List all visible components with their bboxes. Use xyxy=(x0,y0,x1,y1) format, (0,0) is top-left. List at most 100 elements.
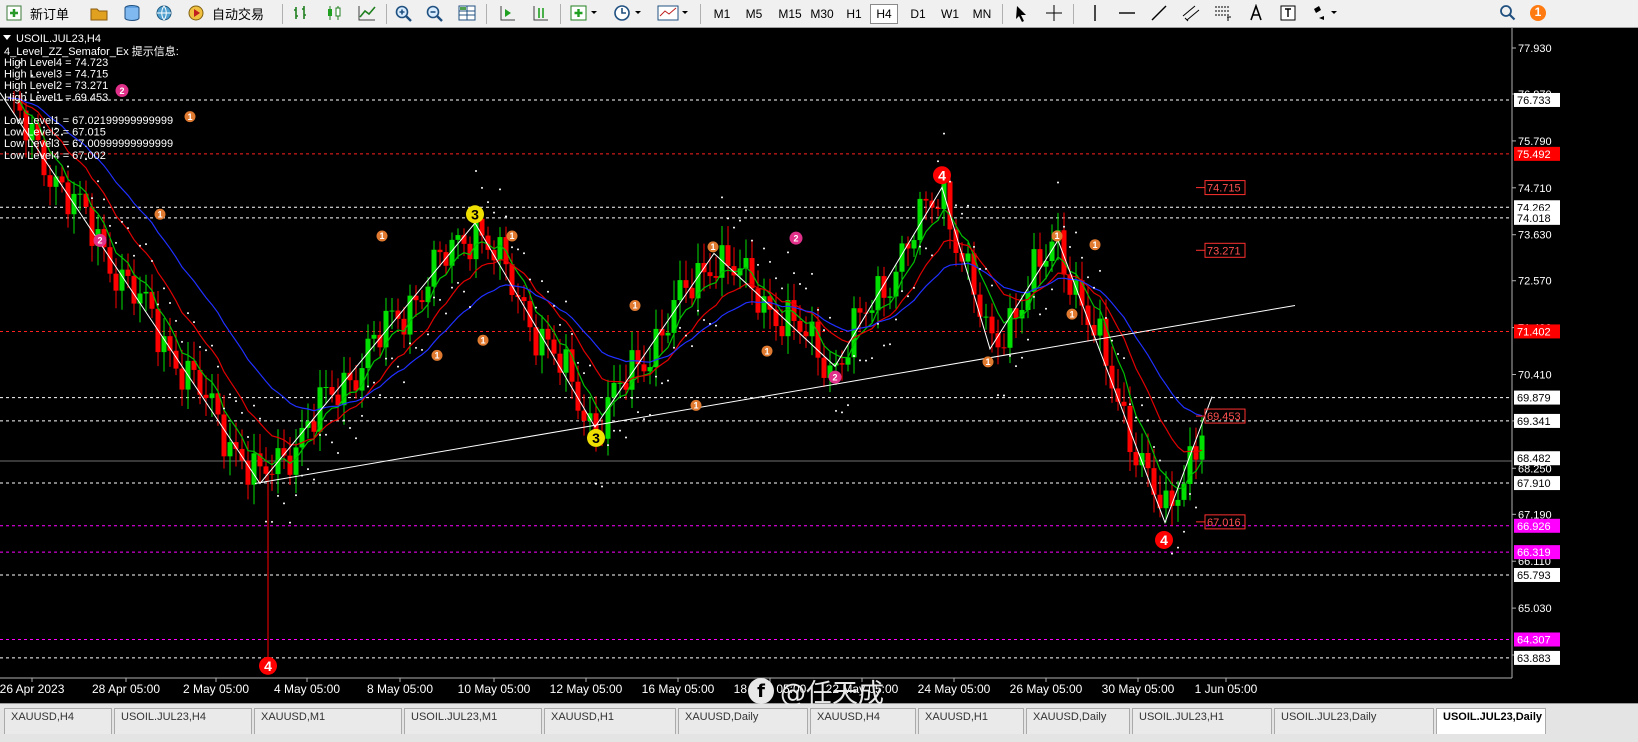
price-chart[interactable]: 2 2 1 1 4 1 1 3 1 1 3 1 1 1 1 2 2 4 1 1 1 1 4 74.715 73.271 69.4… xyxy=(0,28,1638,703)
zoom-out-button[interactable] xyxy=(424,3,446,23)
sar-dot xyxy=(151,260,153,263)
timeframe-w1-button[interactable]: W1 xyxy=(936,4,964,24)
crosshair-tool-button[interactable] xyxy=(1043,3,1065,23)
zoom-in-button[interactable] xyxy=(393,3,415,23)
auto-trading-button[interactable]: 自动交易 xyxy=(186,2,264,24)
price-label: 65.793 xyxy=(1517,570,1551,582)
zoom-out-icon xyxy=(426,5,443,22)
label-tool-button[interactable] xyxy=(1277,3,1299,23)
chart-tab[interactable]: XAUUSD,H1 xyxy=(918,708,1024,734)
sar-dot xyxy=(1141,404,1143,407)
channel-tool-button[interactable] xyxy=(1180,3,1202,23)
sar-dot xyxy=(199,345,201,348)
sar-dot xyxy=(499,188,501,191)
sar-dot xyxy=(367,385,369,388)
timeframe-mn-button[interactable]: MN xyxy=(968,4,996,24)
sar-dot xyxy=(1135,416,1137,419)
timeframe-d1-button[interactable]: D1 xyxy=(904,4,932,24)
timeframe-m30-button[interactable]: M30 xyxy=(806,4,838,24)
sar-dot xyxy=(1147,419,1149,422)
candle-body xyxy=(803,331,809,337)
chart-tab[interactable]: USOIL.JUL23,M1 xyxy=(404,708,542,734)
chart-tab[interactable]: USOIL.JUL23,H1 xyxy=(1132,708,1272,734)
sar-dot xyxy=(91,197,93,200)
templates-button[interactable] xyxy=(656,3,692,23)
arrows-tool-button[interactable] xyxy=(1310,3,1342,23)
price-label: 66.926 xyxy=(1517,521,1551,533)
candle-body xyxy=(935,207,941,209)
toolbar-separator xyxy=(386,4,387,24)
chart-tab[interactable]: XAUUSD,H1 xyxy=(544,708,676,734)
cursor-tool-button[interactable] xyxy=(1010,3,1032,23)
sar-dot xyxy=(985,267,987,270)
candlestick-button[interactable] xyxy=(323,3,345,23)
sar-dot xyxy=(817,308,819,311)
sar-dot xyxy=(1057,181,1059,184)
text-tool-button[interactable] xyxy=(1245,3,1267,23)
chart-tab[interactable]: XAUUSD,Daily xyxy=(678,708,808,734)
sar-dot xyxy=(829,316,831,319)
vertical-line-tool-button[interactable] xyxy=(1084,3,1106,23)
sar-dot xyxy=(133,254,135,257)
candle-body xyxy=(983,316,989,318)
candle-body xyxy=(533,327,539,356)
fibonacci-tool-button[interactable] xyxy=(1212,3,1234,23)
notifications-button[interactable]: 1 xyxy=(1527,3,1549,23)
chart-tab[interactable]: XAUUSD,M1 xyxy=(254,708,402,734)
chart-tab[interactable]: XAUUSD,H4 xyxy=(810,708,916,734)
date-label: 26 May 05:00 xyxy=(1010,682,1083,696)
candle-body xyxy=(911,240,917,249)
new-order-button[interactable]: 新订单 xyxy=(4,2,69,24)
trendline-tool-button[interactable] xyxy=(1148,3,1170,23)
sar-dot xyxy=(295,494,297,497)
chart-tab[interactable]: USOIL.JUL23,Daily xyxy=(1436,708,1546,734)
new-order-icon xyxy=(6,5,22,21)
chart-tab[interactable]: XAUUSD,H4 xyxy=(4,708,112,734)
tile-windows-button[interactable] xyxy=(456,3,478,23)
periods-button[interactable] xyxy=(612,3,646,23)
timeframe-h1-button[interactable]: H1 xyxy=(840,4,868,24)
sar-dot xyxy=(121,220,123,223)
candle-body xyxy=(707,272,713,277)
sar-dot xyxy=(397,365,399,368)
horizontal-line-tool-button[interactable] xyxy=(1116,3,1138,23)
price-label: 71.402 xyxy=(1517,326,1551,338)
price-label: 69.341 xyxy=(1517,416,1551,428)
candle-body xyxy=(443,252,449,266)
sar-dot xyxy=(799,283,801,286)
sar-dot xyxy=(1075,231,1077,234)
sar-dot xyxy=(451,286,453,289)
sar-dot xyxy=(415,346,417,349)
candle-body xyxy=(545,328,551,340)
sar-dot xyxy=(859,359,861,362)
market-watch-button[interactable] xyxy=(88,3,110,23)
sar-dot xyxy=(961,212,963,215)
navigator-button[interactable] xyxy=(153,3,175,23)
sar-dot xyxy=(853,354,855,357)
sar-dot xyxy=(115,241,117,244)
sar-dot xyxy=(823,329,825,332)
search-icon xyxy=(1500,5,1516,21)
candlestick-icon xyxy=(328,6,341,20)
chart-tab[interactable]: USOIL.JUL23,Daily xyxy=(1274,708,1434,734)
chart-tab[interactable]: USOIL.JUL23,H4 xyxy=(114,708,252,734)
line-chart-button[interactable] xyxy=(356,3,378,23)
timeframe-m1-button[interactable]: M1 xyxy=(708,4,736,24)
indicator-info-line: High Level3 = 74.715 xyxy=(4,69,108,81)
timeframe-h4-button[interactable]: H4 xyxy=(870,4,898,24)
sar-dot xyxy=(1051,288,1053,291)
timeframe-m15-button[interactable]: M15 xyxy=(774,4,806,24)
sar-dot xyxy=(943,132,945,135)
sar-dot xyxy=(409,342,411,345)
sar-dot xyxy=(643,418,645,421)
chart-tab[interactable]: XAUUSD,Daily xyxy=(1026,708,1130,734)
indicators-button[interactable] xyxy=(568,3,602,23)
bar-chart-button[interactable] xyxy=(290,3,312,23)
search-button[interactable] xyxy=(1497,3,1519,23)
autoscroll-button[interactable] xyxy=(496,3,518,23)
data-window-button[interactable] xyxy=(121,3,143,23)
chart-shift-button[interactable] xyxy=(529,3,551,23)
indicator-title: 4_Level_ZZ_Semafor_Ex 提示信息: xyxy=(4,44,179,58)
price-label: 69.879 xyxy=(1517,393,1551,405)
timeframe-m5-button[interactable]: M5 xyxy=(740,4,768,24)
